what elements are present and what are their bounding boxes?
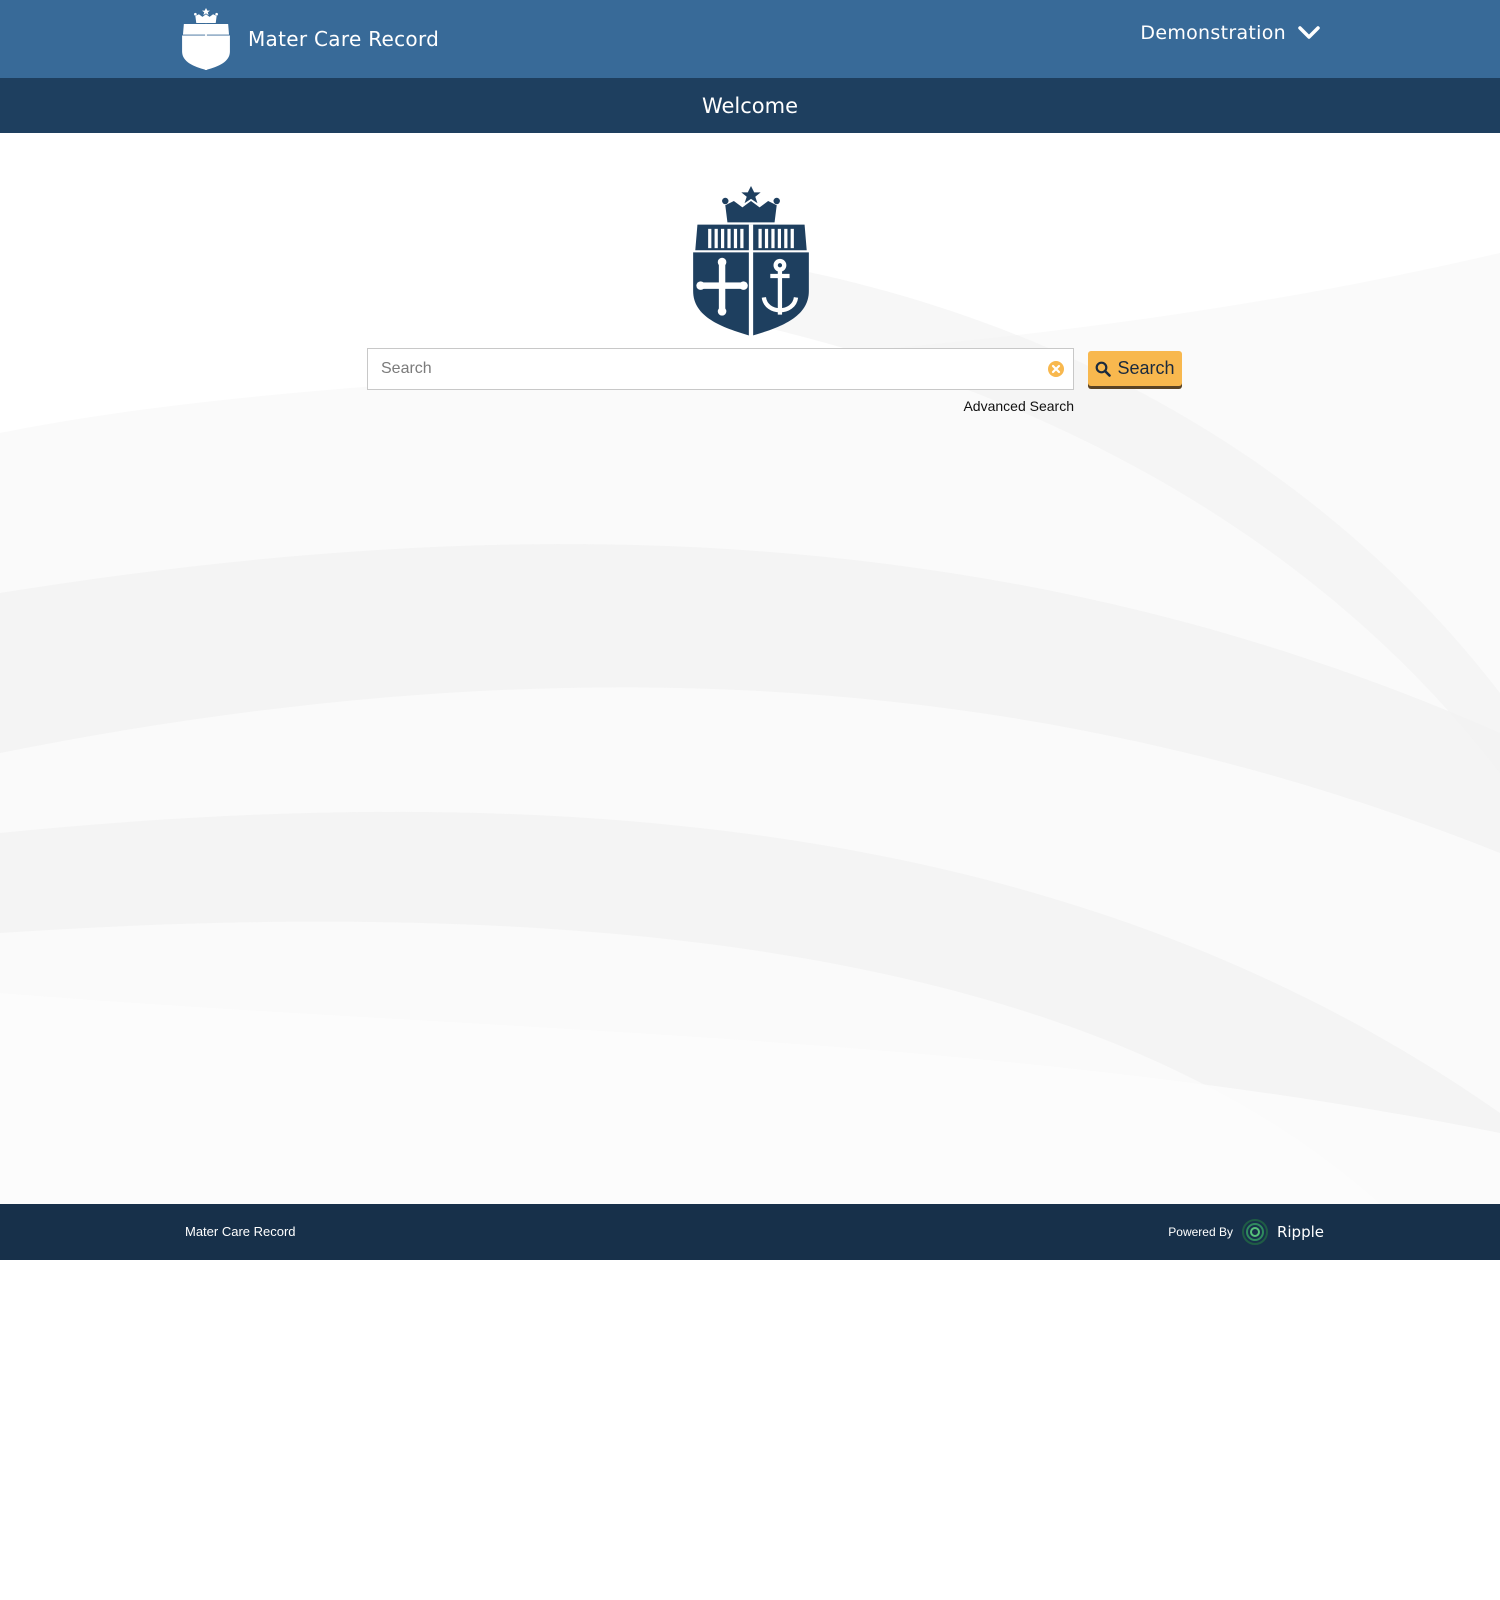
chevron-down-icon (1298, 26, 1320, 39)
powered-by: Powered By Ripple (1168, 1218, 1324, 1246)
ripple-logo-icon (1241, 1219, 1268, 1245)
user-menu-dropdown[interactable]: Demonstration (1140, 22, 1320, 44)
page-footer: Mater Care Record Powered By Ripple (0, 1204, 1500, 1260)
search-button-label: Search (1117, 358, 1175, 378)
page-title-bar: Welcome (0, 78, 1500, 133)
search-bar: Search (367, 348, 1182, 394)
powered-by-brand: Ripple (1276, 1223, 1324, 1241)
clear-icon[interactable] (1047, 360, 1065, 378)
app-title: Mater Care Record (248, 27, 440, 51)
page-title: Welcome (701, 93, 799, 118)
search-input[interactable] (368, 349, 1038, 389)
user-menu-label: Demonstration (1140, 22, 1286, 44)
app-brand[interactable]: Mater Care Record (178, 8, 439, 70)
search-box (367, 348, 1074, 390)
powered-by-label: Powered By (1168, 1225, 1233, 1239)
footer-app-name: Mater Care Record (185, 1224, 296, 1239)
search-button[interactable]: Search (1088, 351, 1182, 386)
main-content: Search Advanced Search (0, 133, 1500, 1204)
top-navigation-bar: Mater Care Record Demonstration (0, 0, 1500, 78)
mater-crest-icon (178, 8, 234, 70)
mater-crest-icon (684, 186, 818, 336)
magnifier-icon (1096, 361, 1112, 377)
advanced-search-link[interactable]: Advanced Search (963, 398, 1074, 414)
